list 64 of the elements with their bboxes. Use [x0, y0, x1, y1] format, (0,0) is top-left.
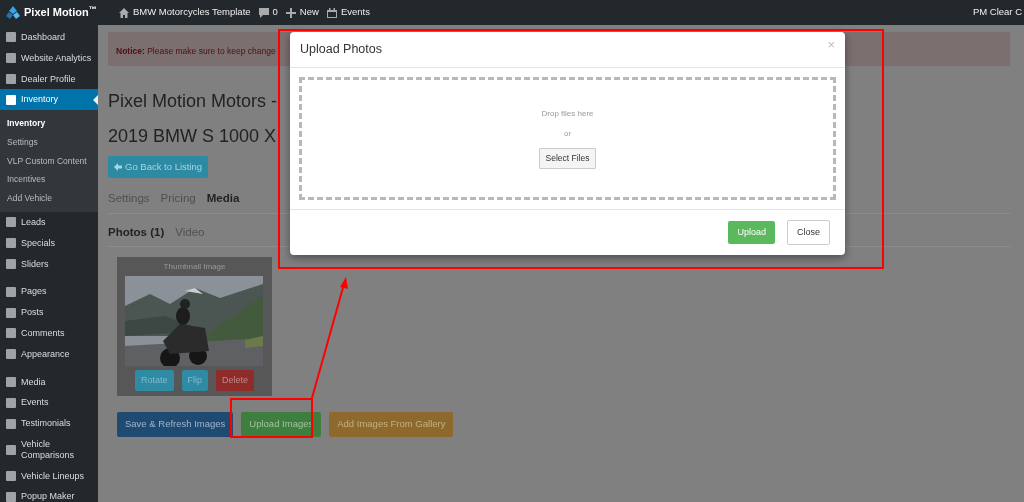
menu-icon: [6, 328, 16, 339]
menu-icon: [6, 258, 16, 269]
menu-icon: [6, 418, 16, 429]
sidebar-item[interactable]: Specials: [0, 232, 98, 254]
dialog-button[interactable]: Close: [787, 219, 830, 246]
vehicle-title: 2019 BMW S 1000 X: [108, 125, 277, 148]
sidebar-item[interactable]: Dealer Profile: [0, 68, 98, 90]
menu-icon: [6, 349, 16, 360]
plus-icon: [285, 7, 296, 18]
home-icon: [119, 7, 129, 18]
submenu-item[interactable]: VLP Custom Content: [0, 151, 98, 171]
sidebar-item[interactable]: Vehicle Lineups: [0, 465, 98, 487]
menu-icon: [6, 376, 16, 387]
sidebar-item[interactable]: Pages: [0, 281, 98, 303]
drop-zone[interactable]: Drop files here or Select Files: [299, 77, 836, 200]
comment-count[interactable]: 0: [272, 5, 278, 20]
select-files-button[interactable]: Select Files: [538, 148, 597, 169]
sidebar-item[interactable]: Comments: [0, 322, 98, 344]
sidebar-item[interactable]: Appearance: [0, 343, 98, 365]
submenu-item[interactable]: Add Vehicle: [0, 189, 98, 208]
menu-icon: [6, 74, 16, 84]
sidebar-item[interactable]: Dashboard: [0, 27, 98, 48]
drop-hint: Drop files here: [541, 108, 594, 121]
menu-icon: [6, 397, 16, 408]
sidebar-item[interactable]: Vehicle Comparisons: [0, 433, 98, 466]
action-button[interactable]: Save & Refresh Images: [117, 412, 234, 437]
menu-icon: [6, 53, 16, 64]
menu-icon: [6, 470, 16, 481]
user-menu[interactable]: PM Clear C: [972, 5, 1022, 20]
tab[interactable]: Media: [206, 190, 240, 208]
arrow-left-icon: [114, 163, 122, 172]
menu-icon: [6, 444, 16, 455]
sidebar-item[interactable]: Media: [0, 371, 98, 393]
menu-icon: [6, 32, 16, 43]
sidebar-item[interactable]: Testimonials: [0, 413, 98, 434]
sidebar-item[interactable]: Events: [0, 392, 98, 414]
new-link[interactable]: New: [299, 5, 319, 20]
or-label: or: [563, 128, 572, 141]
comment-icon: [258, 7, 269, 18]
tab[interactable]: Photos (1): [108, 223, 165, 241]
menu-icon: [6, 286, 16, 297]
menu-icon: [6, 94, 16, 105]
logo-text[interactable]: Pixel Motion$^{™}$: [24, 4, 98, 21]
submenu-item[interactable]: Settings: [0, 132, 98, 152]
sidebar-item[interactable]: Website Analytics: [0, 47, 98, 69]
page-heading: Pixel Motion Motors -: [108, 90, 278, 113]
site-link[interactable]: BMW Motorcycles Template: [133, 5, 251, 20]
calendar-icon: [326, 7, 337, 18]
sidebar-item[interactable]: Posts: [0, 302, 98, 323]
sidebar-item[interactable]: Popup Maker: [0, 486, 98, 502]
menu-icon: [6, 217, 16, 228]
submenu-item[interactable]: Inventory: [0, 114, 98, 133]
menu-icon: [6, 307, 16, 318]
sidebar-item[interactable]: Leads: [0, 211, 98, 233]
submenu-item[interactable]: Incentives: [0, 170, 98, 190]
sidebar-item[interactable]: Sliders: [0, 253, 98, 275]
notice-message: Notice: Please make sure to keep change: [116, 46, 276, 56]
menu-icon: [6, 238, 16, 249]
dialog-title: Upload Photos: [300, 41, 382, 59]
sidebar-item[interactable]: Inventory: [0, 89, 98, 111]
events-link[interactable]: Events: [340, 5, 370, 20]
menu-icon: [6, 491, 16, 502]
logo-icon: [6, 6, 20, 19]
current-marker-icon: [93, 94, 98, 105]
